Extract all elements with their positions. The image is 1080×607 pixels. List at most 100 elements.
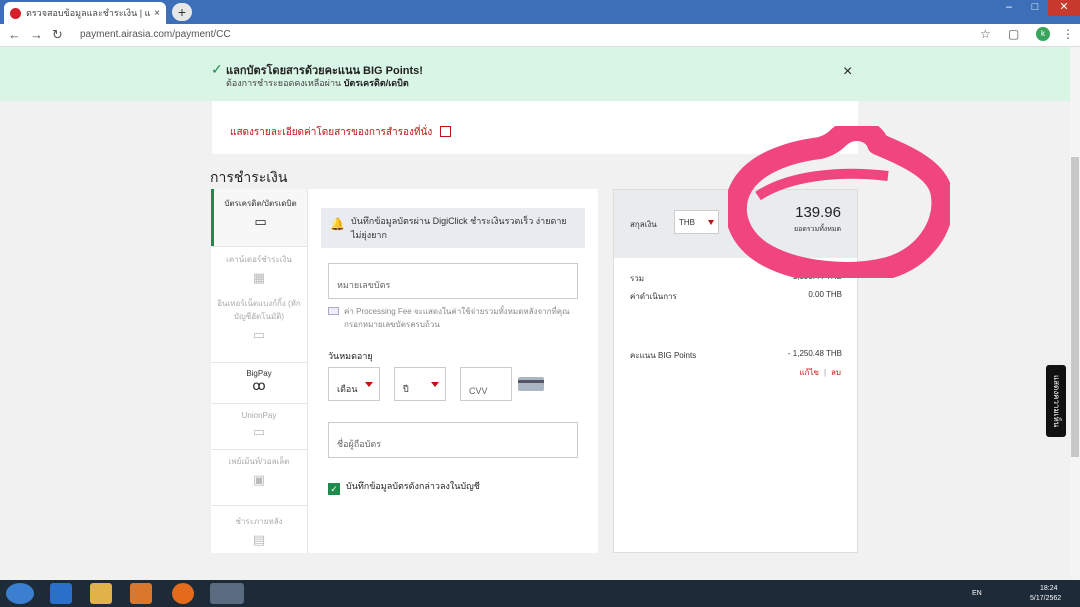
- menu-item-wallet[interactable]: เพย์เม้นท์/วอลเล็ต ▣: [211, 455, 307, 499]
- save-card-checkbox[interactable]: ✓ บันทึกข้อมูลบัตรดังกล่าวลงในบัญชี: [328, 479, 480, 495]
- card-number-input[interactable]: หมายเลขบัตร: [328, 263, 578, 299]
- url-input[interactable]: payment.airasia.com/payment/CC: [80, 29, 231, 40]
- dropdown-arrow-icon: [365, 382, 373, 387]
- menu-divider: [211, 505, 307, 506]
- menu-dots-icon[interactable]: ⋮: [1062, 27, 1074, 41]
- profile-avatar[interactable]: k: [1036, 27, 1050, 41]
- summary-row-label: ค่าดำเนินการ: [630, 292, 677, 301]
- edit-points-link[interactable]: แก้ไข: [799, 368, 819, 377]
- menu-item-label: ชำระภายหลัง: [235, 517, 283, 526]
- fare-details-link[interactable]: แสดงรายละเอียดค่าโดยสารของการสำรองที่นั่…: [230, 125, 452, 140]
- monitor-icon: ▭: [252, 327, 266, 342]
- banner-subtitle-bold: บัตรเครดิต/เดบิต: [343, 78, 409, 88]
- currency-value: THB: [679, 218, 695, 227]
- menu-item-unionpay[interactable]: UnionPay ▭: [211, 411, 307, 451]
- credit-card-icon: ▭: [254, 214, 267, 229]
- cvv-input[interactable]: CVV: [460, 367, 512, 401]
- menu-item-internet-banking[interactable]: อินเทอร์เน็ตแบงก์กิ้ง (หักบัญชีอัตโนมัติ…: [211, 297, 307, 361]
- menu-divider: [211, 362, 307, 363]
- start-button-icon[interactable]: [6, 583, 34, 604]
- menu-item-bigpay[interactable]: BigPay ꝏ: [211, 369, 307, 399]
- year-placeholder: ปี: [403, 384, 409, 394]
- menu-item-label: BigPay: [246, 369, 272, 378]
- extension-icon[interactable]: ▢: [1008, 27, 1019, 41]
- menu-divider: [211, 449, 307, 450]
- month-placeholder: เดือน: [337, 384, 358, 394]
- expiry-year-select[interactable]: ปี: [394, 367, 446, 401]
- minimize-icon[interactable]: –: [996, 0, 1022, 16]
- firefox-icon[interactable]: [172, 583, 194, 604]
- back-icon[interactable]: ←: [8, 27, 21, 42]
- save-card-label: บันทึกข้อมูลบัตรดังกล่าวลงในบัญชี: [346, 481, 480, 491]
- calendar-icon: ▤: [252, 532, 266, 547]
- address-bar: ← → ↻ payment.airasia.com/payment/CC ☆ ▢…: [0, 24, 1080, 47]
- fee-note-text: ค่า Processing Fee จะแสดงในค่าใช้จ่ายรวม…: [344, 307, 570, 329]
- pink-scribble-annotation: [728, 126, 950, 278]
- digiclick-notice: 🔔 บันทึกข้อมูลบัตรผ่าน DigiClick ชำระเงิ…: [321, 208, 585, 248]
- expiry-label: วันหมดอายุ: [328, 351, 373, 361]
- menu-item-credit-card[interactable]: บัตรเครดิต/บัตรเดบิต ▭: [211, 189, 307, 246]
- menu-divider: [211, 403, 307, 404]
- bookmark-star-icon[interactable]: ☆: [980, 27, 991, 41]
- bigpay-logo-icon: ꝏ: [252, 378, 266, 393]
- chrome-taskbar-icon[interactable]: [210, 583, 244, 604]
- menu-item-label: อินเทอร์เน็ตแบงก์กิ้ง (หักบัญชีอัตโนมัติ…: [217, 299, 301, 321]
- browser-tab-strip: ตรวจสอบข้อมูลและชำระเงิน | แอร์เอ × + – …: [0, 0, 1080, 24]
- feedback-tab[interactable]: แสดงความเห็น: [1046, 365, 1066, 437]
- windows-taskbar: EN 18:24 5/17/2562: [0, 580, 1080, 607]
- internet-explorer-icon[interactable]: [50, 583, 72, 604]
- external-link-icon[interactable]: [440, 126, 452, 137]
- monitor-icon: ▭: [252, 424, 266, 439]
- payment-method-menu: บัตรเครดิต/บัตรเดบิต ▭ เคาน์เตอร์ชำระเงิ…: [211, 189, 308, 553]
- wallet-icon: ▣: [252, 472, 266, 487]
- forward-icon[interactable]: →: [30, 27, 43, 42]
- card-number-placeholder: หมายเลขบัตร: [337, 280, 391, 290]
- bell-icon: 🔔: [330, 217, 345, 231]
- menu-item-label: UnionPay: [241, 411, 277, 420]
- holder-placeholder: ชื่อผู้ถือบัตร: [337, 439, 382, 449]
- checkbox-checked-icon[interactable]: ✓: [328, 483, 340, 495]
- window-close-icon[interactable]: ✕: [1048, 0, 1080, 16]
- new-tab-button[interactable]: +: [172, 3, 192, 21]
- media-player-icon[interactable]: [130, 583, 152, 604]
- big-points-banner: ✓ แลกบัตรโดยสารด้วยคะแนน BIG Points! ต้อ…: [0, 47, 1080, 101]
- menu-item-label: เคาน์เตอร์ชำระเงิน: [226, 255, 292, 264]
- browser-tab[interactable]: ตรวจสอบข้อมูลและชำระเงิน | แอร์เอ ×: [4, 2, 166, 24]
- dropdown-arrow-icon: [431, 382, 439, 387]
- summary-row: ค่าดำเนินการ 0.00 THB: [630, 290, 842, 303]
- points-label: คะแนน BIG Points: [630, 351, 697, 360]
- file-explorer-icon[interactable]: [90, 583, 112, 604]
- menu-divider: [211, 246, 307, 247]
- store-icon: ▦: [252, 270, 266, 285]
- clock-time: 18:24: [1040, 585, 1058, 592]
- fare-details-link-text[interactable]: แสดงรายละเอียดค่าโดยสารของการสำรองที่นั่…: [230, 127, 432, 138]
- summary-row-value: 0.00 THB: [808, 290, 842, 299]
- expiry-month-select[interactable]: เดือน: [328, 367, 380, 401]
- scrollbar-thumb[interactable]: [1071, 157, 1079, 457]
- menu-item-label: บัตรเครดิต/บัตรเดบิต: [224, 199, 297, 208]
- clock-date: 5/17/2562: [1030, 595, 1062, 602]
- currency-select[interactable]: THB: [674, 210, 719, 234]
- menu-item-pay-later[interactable]: ชำระภายหลัง ▤: [211, 515, 307, 551]
- tab-close-icon[interactable]: ×: [154, 8, 160, 19]
- menu-item-counter[interactable]: เคาน์เตอร์ชำระเงิน ▦: [211, 253, 307, 293]
- action-separator: |: [823, 368, 827, 377]
- page-scrollbar[interactable]: [1070, 47, 1080, 580]
- currency-label: สกุลเงิน: [630, 220, 657, 229]
- remove-points-link[interactable]: ลบ: [831, 368, 841, 377]
- notice-text: บันทึกข้อมูลบัตรผ่าน DigiClick ชำระเงินร…: [351, 216, 567, 240]
- language-indicator[interactable]: EN: [972, 590, 982, 597]
- banner-close-icon[interactable]: ×: [843, 64, 852, 80]
- menu-item-label: เพย์เม้นท์/วอลเล็ต: [228, 457, 290, 466]
- cvv-placeholder: CVV: [469, 386, 488, 396]
- dropdown-arrow-icon: [708, 220, 714, 225]
- cvv-card-icon: [518, 377, 544, 391]
- points-actions: แก้ไข | ลบ: [799, 366, 841, 379]
- card-holder-input[interactable]: ชื่อผู้ถือบัตร: [328, 422, 578, 458]
- reload-icon[interactable]: ↻: [52, 27, 63, 43]
- maximize-icon[interactable]: □: [1022, 0, 1048, 16]
- payment-section-title: การชำระเงิน: [210, 169, 288, 185]
- card-form: 🔔 บันทึกข้อมูลบัตรผ่าน DigiClick ชำระเงิ…: [308, 189, 598, 553]
- card-icon: [328, 307, 339, 315]
- tab-title: ตรวจสอบข้อมูลและชำระเงิน | แอร์เอ: [26, 8, 151, 18]
